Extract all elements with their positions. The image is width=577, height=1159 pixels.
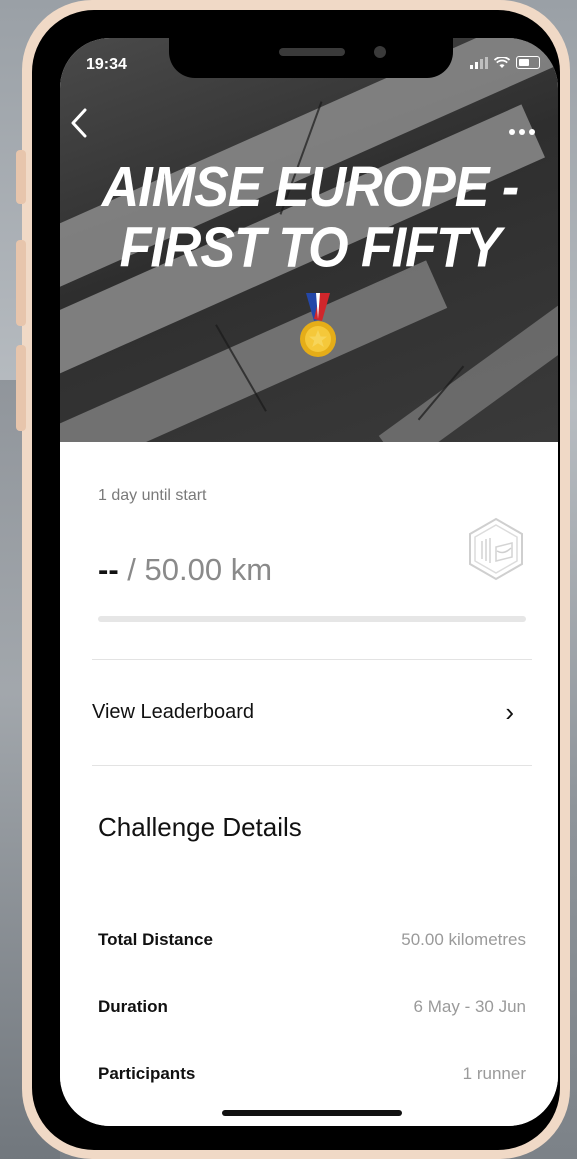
chevron-right-icon: › (505, 696, 514, 727)
view-leaderboard-button[interactable]: View Leaderboard › (92, 688, 532, 736)
battery-icon (516, 56, 540, 69)
app-screen: AIMSE EUROPE - FIRST TO FIFTY 19:34 1 da… (60, 38, 558, 1126)
detail-row-participants: Participants 1 runner (98, 1064, 526, 1084)
divider (92, 659, 532, 660)
challenge-title-line1: AIMSE EUROPE - (101, 156, 520, 220)
back-button[interactable] (70, 108, 88, 147)
home-indicator[interactable] (222, 1110, 402, 1116)
detail-value: 50.00 kilometres (401, 930, 526, 949)
challenge-details-title: Challenge Details (98, 812, 302, 842)
status-time: 19:34 (86, 56, 127, 73)
notch (169, 38, 453, 78)
speaker-grille (279, 48, 345, 56)
challenge-title-line2: FIRST TO FIFTY (119, 216, 502, 280)
more-icon (509, 129, 535, 135)
view-leaderboard-label: View Leaderboard (92, 700, 254, 723)
medal-icon (300, 293, 336, 357)
detail-label: Total Distance (98, 930, 213, 949)
detail-label: Duration (98, 997, 168, 1016)
challenge-content: 1 day until start -- / 50.00 km View Lea… (60, 442, 558, 1126)
front-camera (374, 46, 386, 58)
mute-switch (16, 150, 26, 204)
status-icons (470, 56, 540, 69)
detail-value: 6 May - 30 Jun (413, 997, 526, 1016)
progress-bar (98, 616, 526, 622)
distance-current: -- (98, 552, 119, 587)
volume-down-button (16, 345, 26, 431)
back-icon (71, 108, 87, 138)
volume-up-button (16, 240, 26, 326)
detail-value: 1 runner (462, 1064, 526, 1083)
challenge-title: AIMSE EUROPE - FIRST TO FIFTY (80, 158, 540, 279)
more-button[interactable] (508, 116, 536, 142)
detail-row-duration: Duration 6 May - 30 Jun (98, 997, 526, 1017)
hero-banner: AIMSE EUROPE - FIRST TO FIFTY (60, 38, 558, 442)
divider (92, 765, 532, 766)
signal-icon (470, 56, 488, 69)
detail-row-total-distance: Total Distance 50.00 kilometres (98, 930, 526, 950)
distance-target: / 50.00 km (127, 552, 273, 587)
wifi-icon (494, 56, 510, 68)
nike-badge-icon (469, 517, 523, 581)
until-start-label: 1 day until start (98, 487, 207, 504)
distance-progress: -- / 50.00 km (98, 552, 272, 588)
detail-label: Participants (98, 1064, 196, 1083)
